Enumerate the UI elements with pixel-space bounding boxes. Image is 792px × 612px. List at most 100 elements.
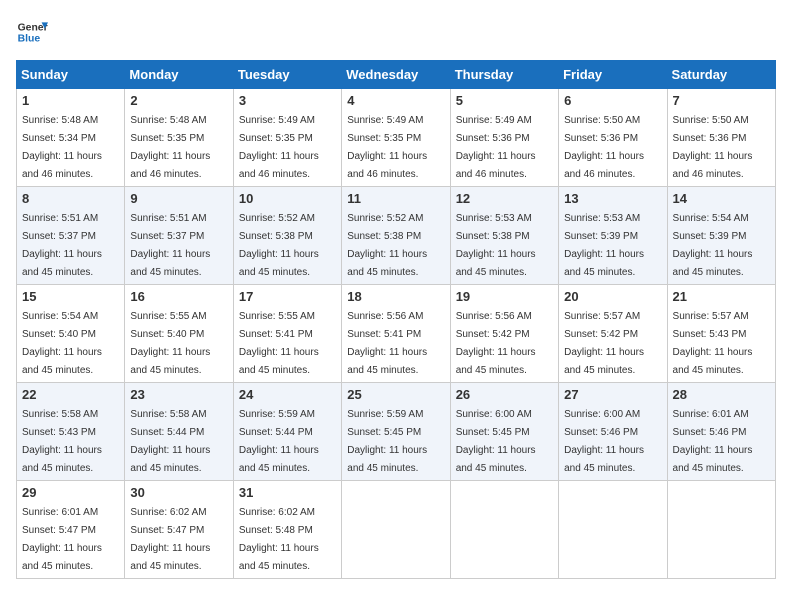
day-info: Sunrise: 5:55 AMSunset: 5:40 PMDaylight:… (130, 311, 210, 376)
calendar-cell (342, 481, 450, 579)
day-number: 4 (347, 93, 444, 108)
day-info: Sunrise: 6:00 AMSunset: 5:46 PMDaylight:… (564, 409, 644, 474)
calendar-cell: 7 Sunrise: 5:50 AMSunset: 5:36 PMDayligh… (667, 89, 775, 187)
day-number: 13 (564, 191, 661, 206)
weekday-header-thursday: Thursday (450, 61, 558, 89)
day-number: 28 (673, 387, 770, 402)
day-number: 23 (130, 387, 227, 402)
calendar-cell: 31 Sunrise: 6:02 AMSunset: 5:48 PMDaylig… (233, 481, 341, 579)
day-number: 31 (239, 485, 336, 500)
day-number: 12 (456, 191, 553, 206)
calendar-cell: 5 Sunrise: 5:49 AMSunset: 5:36 PMDayligh… (450, 89, 558, 187)
day-info: Sunrise: 5:59 AMSunset: 5:44 PMDaylight:… (239, 409, 319, 474)
page-header: General Blue (16, 16, 776, 48)
day-info: Sunrise: 5:49 AMSunset: 5:35 PMDaylight:… (239, 115, 319, 180)
day-info: Sunrise: 6:02 AMSunset: 5:47 PMDaylight:… (130, 507, 210, 572)
day-number: 17 (239, 289, 336, 304)
calendar-cell: 20 Sunrise: 5:57 AMSunset: 5:42 PMDaylig… (559, 285, 667, 383)
day-number: 3 (239, 93, 336, 108)
day-info: Sunrise: 5:56 AMSunset: 5:41 PMDaylight:… (347, 311, 427, 376)
calendar-cell: 25 Sunrise: 5:59 AMSunset: 5:45 PMDaylig… (342, 383, 450, 481)
day-number: 27 (564, 387, 661, 402)
logo-icon: General Blue (16, 16, 48, 48)
day-number: 2 (130, 93, 227, 108)
weekday-header-monday: Monday (125, 61, 233, 89)
day-info: Sunrise: 5:49 AMSunset: 5:35 PMDaylight:… (347, 115, 427, 180)
calendar-cell: 4 Sunrise: 5:49 AMSunset: 5:35 PMDayligh… (342, 89, 450, 187)
calendar-cell: 8 Sunrise: 5:51 AMSunset: 5:37 PMDayligh… (17, 187, 125, 285)
calendar-table: SundayMondayTuesdayWednesdayThursdayFrid… (16, 60, 776, 579)
calendar-cell: 16 Sunrise: 5:55 AMSunset: 5:40 PMDaylig… (125, 285, 233, 383)
calendar-cell: 13 Sunrise: 5:53 AMSunset: 5:39 PMDaylig… (559, 187, 667, 285)
day-info: Sunrise: 5:54 AMSunset: 5:40 PMDaylight:… (22, 311, 102, 376)
day-info: Sunrise: 5:53 AMSunset: 5:39 PMDaylight:… (564, 213, 644, 278)
day-info: Sunrise: 5:56 AMSunset: 5:42 PMDaylight:… (456, 311, 536, 376)
day-info: Sunrise: 6:02 AMSunset: 5:48 PMDaylight:… (239, 507, 319, 572)
day-number: 26 (456, 387, 553, 402)
weekday-header-friday: Friday (559, 61, 667, 89)
day-info: Sunrise: 5:53 AMSunset: 5:38 PMDaylight:… (456, 213, 536, 278)
calendar-cell: 15 Sunrise: 5:54 AMSunset: 5:40 PMDaylig… (17, 285, 125, 383)
day-info: Sunrise: 5:52 AMSunset: 5:38 PMDaylight:… (239, 213, 319, 278)
day-info: Sunrise: 5:51 AMSunset: 5:37 PMDaylight:… (22, 213, 102, 278)
calendar-cell: 24 Sunrise: 5:59 AMSunset: 5:44 PMDaylig… (233, 383, 341, 481)
day-number: 7 (673, 93, 770, 108)
calendar-cell: 3 Sunrise: 5:49 AMSunset: 5:35 PMDayligh… (233, 89, 341, 187)
day-number: 20 (564, 289, 661, 304)
calendar-cell (667, 481, 775, 579)
weekday-header-saturday: Saturday (667, 61, 775, 89)
day-info: Sunrise: 6:01 AMSunset: 5:47 PMDaylight:… (22, 507, 102, 572)
logo: General Blue (16, 16, 48, 48)
day-info: Sunrise: 5:48 AMSunset: 5:35 PMDaylight:… (130, 115, 210, 180)
calendar-cell: 23 Sunrise: 5:58 AMSunset: 5:44 PMDaylig… (125, 383, 233, 481)
day-number: 19 (456, 289, 553, 304)
calendar-cell: 27 Sunrise: 6:00 AMSunset: 5:46 PMDaylig… (559, 383, 667, 481)
day-info: Sunrise: 5:54 AMSunset: 5:39 PMDaylight:… (673, 213, 753, 278)
day-number: 21 (673, 289, 770, 304)
day-number: 30 (130, 485, 227, 500)
day-number: 1 (22, 93, 119, 108)
calendar-cell: 11 Sunrise: 5:52 AMSunset: 5:38 PMDaylig… (342, 187, 450, 285)
day-number: 25 (347, 387, 444, 402)
weekday-header-wednesday: Wednesday (342, 61, 450, 89)
day-number: 29 (22, 485, 119, 500)
day-number: 16 (130, 289, 227, 304)
day-info: Sunrise: 5:52 AMSunset: 5:38 PMDaylight:… (347, 213, 427, 278)
calendar-cell: 17 Sunrise: 5:55 AMSunset: 5:41 PMDaylig… (233, 285, 341, 383)
svg-text:Blue: Blue (18, 34, 41, 45)
day-info: Sunrise: 6:00 AMSunset: 5:45 PMDaylight:… (456, 409, 536, 474)
calendar-cell: 14 Sunrise: 5:54 AMSunset: 5:39 PMDaylig… (667, 187, 775, 285)
calendar-cell: 19 Sunrise: 5:56 AMSunset: 5:42 PMDaylig… (450, 285, 558, 383)
day-info: Sunrise: 5:59 AMSunset: 5:45 PMDaylight:… (347, 409, 427, 474)
calendar-cell: 9 Sunrise: 5:51 AMSunset: 5:37 PMDayligh… (125, 187, 233, 285)
calendar-cell: 18 Sunrise: 5:56 AMSunset: 5:41 PMDaylig… (342, 285, 450, 383)
calendar-cell: 1 Sunrise: 5:48 AMSunset: 5:34 PMDayligh… (17, 89, 125, 187)
calendar-cell (450, 481, 558, 579)
day-number: 8 (22, 191, 119, 206)
day-number: 24 (239, 387, 336, 402)
day-info: Sunrise: 5:58 AMSunset: 5:43 PMDaylight:… (22, 409, 102, 474)
day-info: Sunrise: 5:57 AMSunset: 5:43 PMDaylight:… (673, 311, 753, 376)
day-number: 15 (22, 289, 119, 304)
calendar-cell: 22 Sunrise: 5:58 AMSunset: 5:43 PMDaylig… (17, 383, 125, 481)
day-info: Sunrise: 6:01 AMSunset: 5:46 PMDaylight:… (673, 409, 753, 474)
day-info: Sunrise: 5:55 AMSunset: 5:41 PMDaylight:… (239, 311, 319, 376)
day-info: Sunrise: 5:50 AMSunset: 5:36 PMDaylight:… (673, 115, 753, 180)
calendar-cell: 30 Sunrise: 6:02 AMSunset: 5:47 PMDaylig… (125, 481, 233, 579)
day-number: 9 (130, 191, 227, 206)
weekday-header-sunday: Sunday (17, 61, 125, 89)
calendar-cell: 28 Sunrise: 6:01 AMSunset: 5:46 PMDaylig… (667, 383, 775, 481)
calendar-cell: 21 Sunrise: 5:57 AMSunset: 5:43 PMDaylig… (667, 285, 775, 383)
day-number: 22 (22, 387, 119, 402)
calendar-cell: 10 Sunrise: 5:52 AMSunset: 5:38 PMDaylig… (233, 187, 341, 285)
day-info: Sunrise: 5:50 AMSunset: 5:36 PMDaylight:… (564, 115, 644, 180)
day-info: Sunrise: 5:48 AMSunset: 5:34 PMDaylight:… (22, 115, 102, 180)
calendar-cell: 29 Sunrise: 6:01 AMSunset: 5:47 PMDaylig… (17, 481, 125, 579)
calendar-cell: 2 Sunrise: 5:48 AMSunset: 5:35 PMDayligh… (125, 89, 233, 187)
day-number: 11 (347, 191, 444, 206)
day-info: Sunrise: 5:57 AMSunset: 5:42 PMDaylight:… (564, 311, 644, 376)
day-number: 10 (239, 191, 336, 206)
weekday-header-tuesday: Tuesday (233, 61, 341, 89)
day-number: 18 (347, 289, 444, 304)
calendar-cell (559, 481, 667, 579)
